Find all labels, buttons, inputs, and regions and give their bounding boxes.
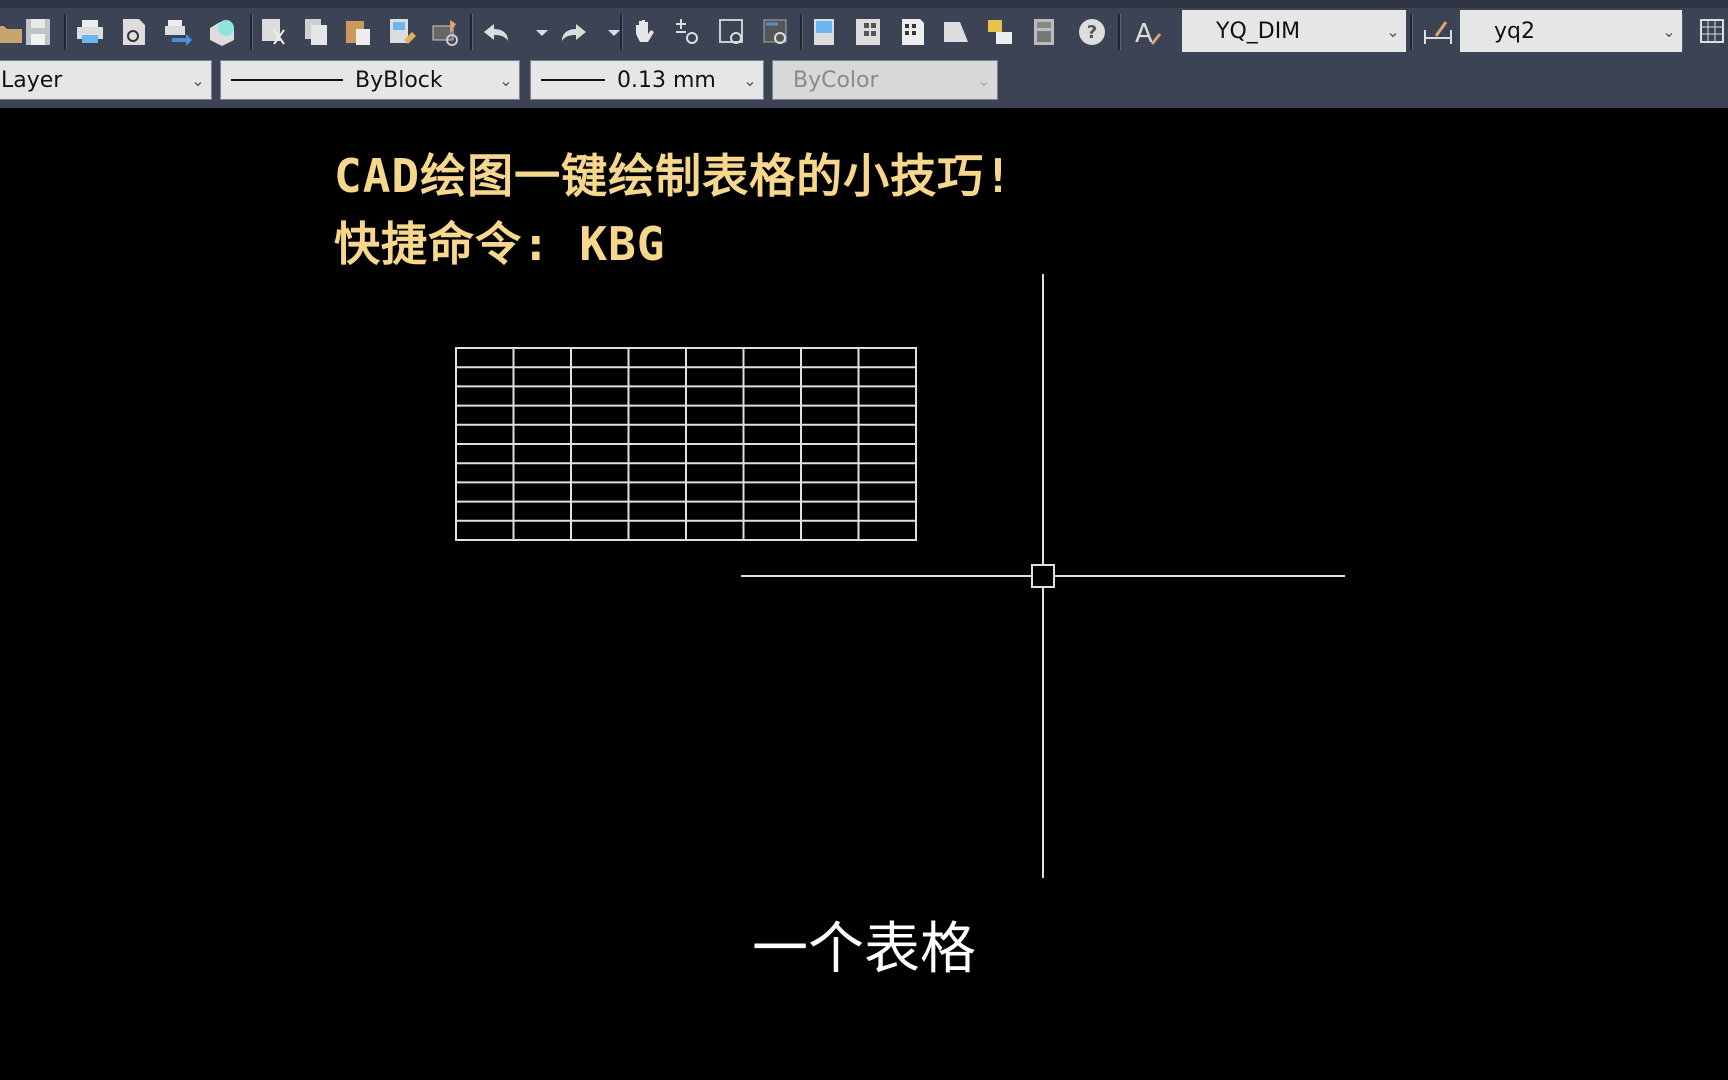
toolbar-separator	[64, 14, 67, 50]
undo-dropdown-icon[interactable]	[524, 14, 560, 50]
linetype-dropdown[interactable]: ByBlock ⌄	[220, 60, 520, 100]
redo-icon[interactable]	[556, 14, 592, 50]
tool-palettes-icon[interactable]	[894, 14, 930, 50]
lineweight-dropdown[interactable]: 0.13 mm ⌄	[530, 60, 764, 100]
drawing-canvas[interactable]: CAD绘图一键绘制表格的小技巧! 快捷命令: KBG 一个表格	[0, 108, 1728, 1080]
chevron-down-icon: ⌄	[499, 70, 513, 90]
sheet-set-icon[interactable]	[938, 14, 974, 50]
linetype-value: ByBlock	[355, 67, 443, 93]
svg-text:A: A	[1135, 19, 1153, 48]
plot-style-dropdown[interactable]: ByColor ⌄	[772, 60, 998, 100]
text-style-dropdown-value: YQ_DIM	[1216, 18, 1301, 44]
table-style-icon[interactable]	[1696, 14, 1728, 50]
color-dropdown[interactable]: Layer ⌄	[0, 60, 212, 100]
zoom-realtime-icon[interactable]	[670, 14, 706, 50]
paste-icon[interactable]	[340, 14, 376, 50]
lineweight-value: 0.13 mm	[617, 67, 716, 93]
undo-icon[interactable]	[478, 14, 514, 50]
chevron-down-icon: ⌄	[1386, 21, 1400, 41]
zoom-previous-icon[interactable]	[758, 14, 794, 50]
3d-print-icon[interactable]	[204, 14, 240, 50]
chevron-down-icon: ⌄	[1662, 21, 1676, 41]
plot-icon[interactable]	[72, 14, 108, 50]
pan-icon[interactable]	[626, 14, 662, 50]
toolbar-separator	[620, 14, 623, 50]
toolbar-separator	[1118, 14, 1121, 50]
toolbar-separator	[1410, 14, 1413, 50]
dim-style-icon[interactable]	[1420, 14, 1456, 50]
calculator-icon[interactable]	[1026, 14, 1062, 50]
toolbar: ? A YQ_DIM ⌄ yq2 ⌄ Layer ⌄ ByBlock ⌄ 0.13 mm …	[0, 0, 1728, 108]
block-editor-icon[interactable]	[428, 14, 464, 50]
help-icon[interactable]: ?	[1074, 14, 1110, 50]
chevron-down-icon: ⌄	[743, 70, 757, 90]
cursor-pickbox	[1031, 564, 1055, 588]
match-properties-icon[interactable]	[384, 14, 420, 50]
text-style-icon[interactable]: A	[1130, 14, 1166, 50]
lineweight-preview	[541, 79, 605, 81]
save-icon[interactable]	[20, 14, 56, 50]
standard-toolbar: ? A YQ_DIM ⌄ yq2 ⌄	[0, 8, 1728, 56]
dim-style-dropdown[interactable]: yq2 ⌄	[1460, 10, 1682, 52]
video-subtitle: 一个表格	[752, 917, 976, 982]
publish-icon[interactable]	[160, 14, 196, 50]
toolbar-separator	[470, 14, 473, 50]
toolbar-separator	[800, 14, 803, 50]
zoom-window-icon[interactable]	[714, 14, 750, 50]
chevron-down-icon: ⌄	[191, 70, 205, 90]
plot-style-value: ByColor	[793, 67, 879, 93]
markup-icon[interactable]	[982, 14, 1018, 50]
svg-text:?: ?	[1087, 22, 1097, 43]
cut-icon[interactable]	[256, 14, 292, 50]
toolbar-separator	[250, 14, 253, 50]
copy-icon[interactable]	[298, 14, 334, 50]
properties-toolbar: Layer ⌄ ByBlock ⌄ 0.13 mm ⌄ ByColor ⌄	[0, 58, 1728, 102]
title-strip	[0, 0, 1728, 8]
dim-style-dropdown-value: yq2	[1494, 18, 1535, 44]
properties-icon[interactable]	[806, 14, 842, 50]
text-style-dropdown[interactable]: YQ_DIM ⌄	[1182, 10, 1406, 52]
plot-preview-icon[interactable]	[116, 14, 152, 50]
linetype-preview	[231, 79, 343, 81]
design-center-icon[interactable]	[850, 14, 886, 50]
chevron-down-icon: ⌄	[977, 70, 991, 90]
color-value: Layer	[1, 67, 63, 93]
